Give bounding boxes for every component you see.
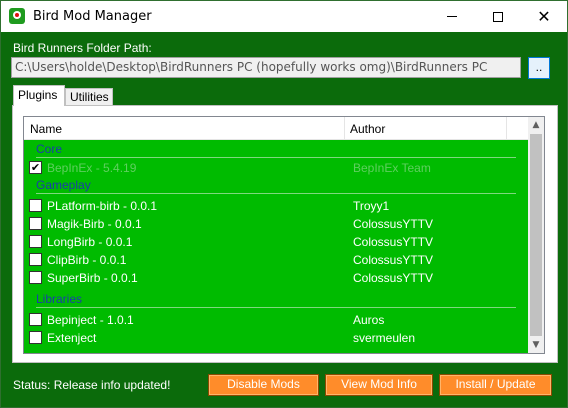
checkbox[interactable] bbox=[29, 253, 42, 266]
group-label: Libraries bbox=[36, 292, 83, 306]
list-item[interactable]: ✔ BepInEx - 5.4.19 BepInEx Team bbox=[24, 158, 530, 176]
list-item[interactable]: Magik-Birb - 0.0.1 ColossusYTTV bbox=[24, 214, 530, 232]
list-item[interactable]: Extenject svermeulen bbox=[24, 328, 530, 346]
minimize-button[interactable] bbox=[429, 1, 475, 32]
mod-name: SuperBirb - 0.0.1 bbox=[47, 271, 138, 285]
maximize-button[interactable] bbox=[475, 1, 521, 32]
maximize-icon bbox=[493, 11, 503, 22]
mod-author: ColossusYTTV bbox=[353, 271, 434, 285]
tab-plugins[interactable]: Plugins bbox=[13, 85, 65, 106]
checkbox-checked[interactable]: ✔ bbox=[29, 161, 42, 174]
view-mod-info-button[interactable]: View Mod Info bbox=[325, 374, 433, 396]
vertical-scrollbar[interactable]: ▲ ▼ bbox=[528, 117, 544, 353]
list-item[interactable]: PLatform-birb - 0.0.1 Troyy1 bbox=[24, 196, 530, 214]
mod-name: Extenject bbox=[47, 331, 97, 345]
browse-button[interactable]: .. bbox=[528, 57, 550, 79]
title-bar: Bird Mod Manager ✕ bbox=[1, 1, 567, 32]
mod-author: ColossusYTTV bbox=[353, 253, 434, 267]
group-header-libraries[interactable]: Libraries bbox=[24, 290, 530, 308]
list-item[interactable]: ClipBirb - 0.0.1 ColossusYTTV bbox=[24, 250, 530, 268]
list-item[interactable]: SuperBirb - 0.0.1 ColossusYTTV bbox=[24, 268, 530, 286]
mod-author: Auros bbox=[353, 313, 385, 327]
checkbox[interactable] bbox=[29, 313, 42, 326]
scroll-down-icon[interactable]: ▼ bbox=[528, 337, 544, 353]
group-divider bbox=[36, 307, 516, 308]
mod-author: svermeulen bbox=[353, 331, 416, 345]
folder-path-field[interactable]: C:\Users\holde\Desktop\BirdRunners PC (h… bbox=[11, 57, 521, 78]
disable-mods-button[interactable]: Disable Mods bbox=[208, 374, 319, 396]
list-header: Name Author bbox=[24, 117, 530, 140]
mod-name: Bepinject - 1.0.1 bbox=[47, 313, 134, 327]
checkbox[interactable] bbox=[29, 199, 42, 212]
group-divider bbox=[36, 193, 516, 194]
scroll-thumb[interactable] bbox=[530, 134, 542, 336]
minimize-icon bbox=[447, 16, 457, 17]
scroll-up-icon[interactable]: ▲ bbox=[528, 117, 544, 133]
main-window: Bird Mod Manager ✕ Bird Runners Folder P… bbox=[0, 0, 568, 408]
checkbox[interactable] bbox=[29, 271, 42, 284]
group-label: Core bbox=[36, 142, 63, 156]
mod-name: LongBirb - 0.0.1 bbox=[47, 235, 133, 249]
list-body: Core ✔ BepInEx - 5.4.19 BepInEx Team Gam… bbox=[24, 140, 530, 353]
checkbox[interactable] bbox=[29, 217, 42, 230]
mod-name: BepInEx - 5.4.19 bbox=[47, 161, 137, 175]
group-header-core[interactable]: Core bbox=[24, 140, 530, 158]
window-title: Bird Mod Manager bbox=[33, 9, 152, 24]
mod-author: BepInEx Team bbox=[353, 161, 431, 175]
checkbox[interactable] bbox=[29, 331, 42, 344]
mod-author: ColossusYTTV bbox=[353, 235, 434, 249]
mod-author: Troyy1 bbox=[353, 199, 390, 213]
close-icon: ✕ bbox=[537, 6, 551, 26]
mod-author: ColossusYTTV bbox=[353, 217, 434, 231]
plugins-panel: Name Author Core ✔ BepInEx - 5.4.19 BepI… bbox=[12, 105, 558, 363]
mod-list[interactable]: Name Author Core ✔ BepInEx - 5.4.19 BepI… bbox=[23, 116, 545, 354]
folder-path-label: Bird Runners Folder Path: bbox=[13, 41, 152, 55]
list-item[interactable]: LongBirb - 0.0.1 ColossusYTTV bbox=[24, 232, 530, 250]
mod-name: PLatform-birb - 0.0.1 bbox=[47, 199, 158, 213]
mod-name: Magik-Birb - 0.0.1 bbox=[47, 217, 142, 231]
close-button[interactable]: ✕ bbox=[521, 1, 567, 32]
checkbox[interactable] bbox=[29, 235, 42, 248]
column-header-author[interactable]: Author bbox=[345, 117, 507, 140]
bird-icon bbox=[9, 8, 25, 24]
install-update-button[interactable]: Install / Update bbox=[439, 374, 552, 396]
group-header-gameplay[interactable]: Gameplay bbox=[24, 176, 530, 194]
list-item[interactable]: Bepinject - 1.0.1 Auros bbox=[24, 310, 530, 328]
tab-utilities[interactable]: Utilities bbox=[65, 88, 113, 106]
status-text: Status: Release info updated! bbox=[13, 378, 171, 392]
column-header-name[interactable]: Name bbox=[24, 117, 345, 140]
mod-name: ClipBirb - 0.0.1 bbox=[47, 253, 127, 267]
group-label: Gameplay bbox=[36, 178, 91, 192]
